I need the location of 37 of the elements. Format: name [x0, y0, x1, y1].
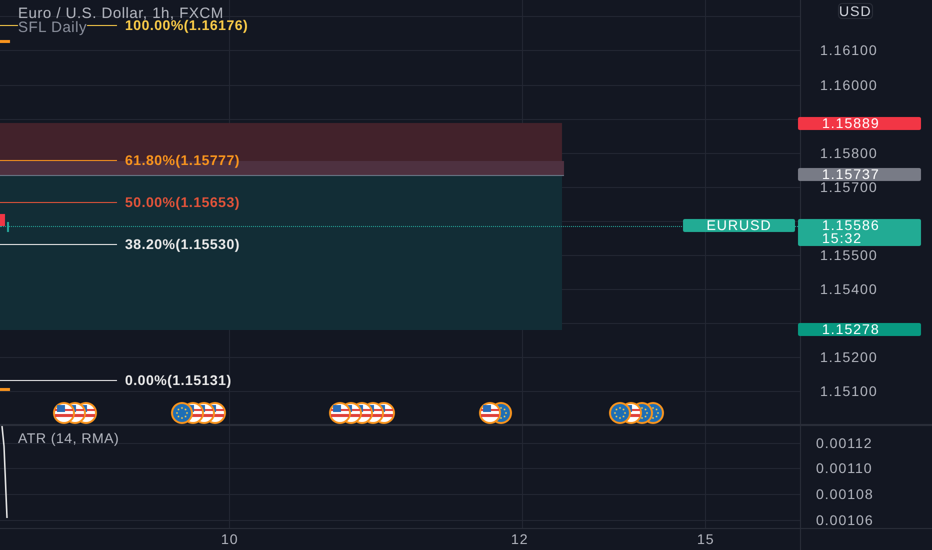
- currency-button[interactable]: USD: [838, 3, 873, 19]
- price-label: 1.16100: [820, 43, 878, 57]
- price-label: 1.15100: [820, 384, 878, 398]
- fib-label: 38.20%(1.15530): [125, 237, 240, 251]
- atr-label: 0.00112: [816, 436, 873, 450]
- fib-label: 100.00%(1.16176): [125, 18, 248, 32]
- price-label: 1.16000: [820, 78, 878, 92]
- atr-title: ATR (14, RMA): [18, 431, 120, 445]
- flag-icon: [608, 401, 632, 425]
- atr-label: 0.00110: [816, 461, 873, 475]
- fib-label: 0.00%(1.15131): [125, 373, 232, 387]
- price-tag: 1.15586 15:32: [798, 219, 921, 246]
- price-label: 1.15700: [820, 180, 878, 194]
- price-label: 1.15400: [820, 282, 878, 296]
- flag-icon: [170, 401, 194, 425]
- time-label: 10: [221, 532, 239, 546]
- price-tag: 1.15737: [798, 168, 921, 181]
- candles-drawing: [0, 212, 12, 232]
- symbol-tag: EURUSD: [683, 219, 795, 232]
- flag-icon: [478, 401, 502, 425]
- marker-icon: [0, 388, 10, 391]
- indicator-label: SFL Daily: [18, 19, 87, 36]
- time-label: 12: [511, 532, 529, 546]
- price-label: 1.15500: [820, 248, 878, 262]
- atr-label: 0.00106: [816, 513, 874, 527]
- time-label: 15: [697, 532, 715, 546]
- price-label: 1.15800: [820, 146, 878, 160]
- fib-label: 50.00%(1.15653): [125, 195, 240, 209]
- price-tag: 1.15278: [798, 323, 921, 336]
- price-label: 1.15200: [820, 350, 878, 364]
- price-tag: 1.15889: [798, 117, 921, 130]
- flag-icon: [52, 401, 76, 425]
- marker-icon: [0, 40, 10, 43]
- atr-label: 0.00108: [816, 487, 874, 501]
- legend-title: Euro / U.S. Dollar, 1h, FXCM: [18, 6, 224, 21]
- flag-icon: [328, 401, 352, 425]
- fib-label: 61.80%(1.15777): [125, 153, 240, 167]
